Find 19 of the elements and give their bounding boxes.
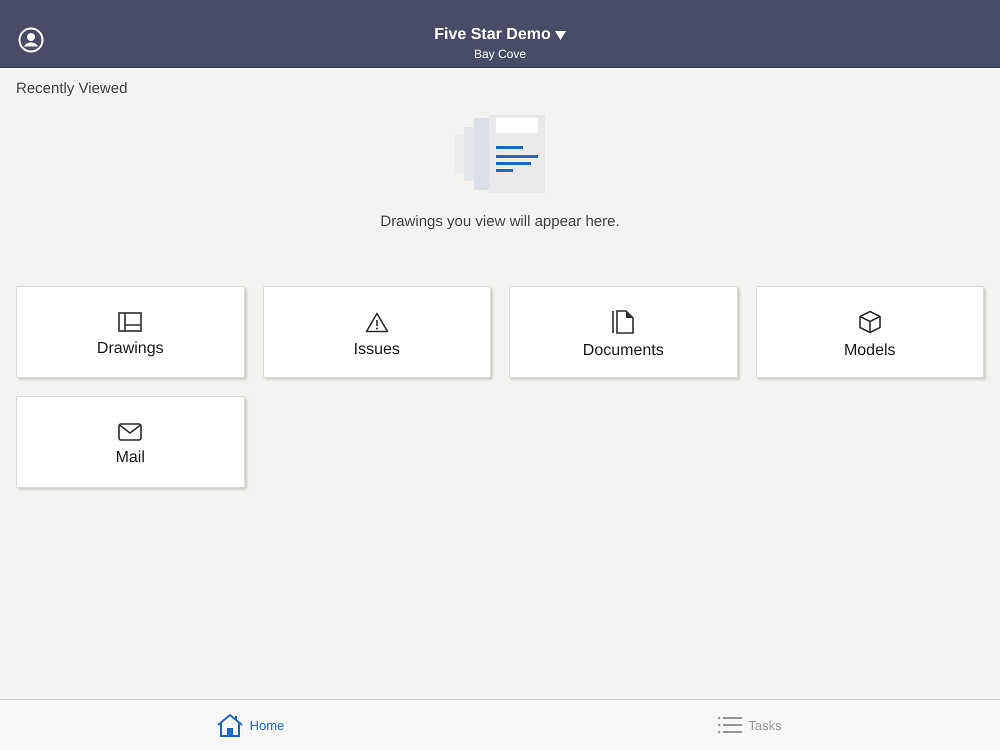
panel-layout-icon [118,312,142,332]
section-heading: Recently Viewed [16,80,128,97]
tile-button[interactable]: Models [756,286,984,378]
tile-button[interactable]: Issues [262,286,491,378]
project-subtitle: Bay Cove [474,47,526,61]
home-icon [216,712,244,738]
tab-button[interactable]: Home [0,700,500,750]
project-dropdown[interactable]: Five Star Demo [434,26,566,44]
envelope-icon [118,423,142,441]
cube-icon [858,310,882,334]
tile-button[interactable]: Mail [16,396,244,488]
empty-message: Drawings you view will appear here. [380,213,620,230]
caret-icon [554,30,566,40]
list-icon [718,716,742,734]
tile-button[interactable]: Documents [509,286,738,378]
tile-button[interactable]: Drawings [16,286,244,378]
warning-icon [364,312,389,332]
document-icon [611,310,636,334]
profile-icon[interactable] [18,27,44,53]
